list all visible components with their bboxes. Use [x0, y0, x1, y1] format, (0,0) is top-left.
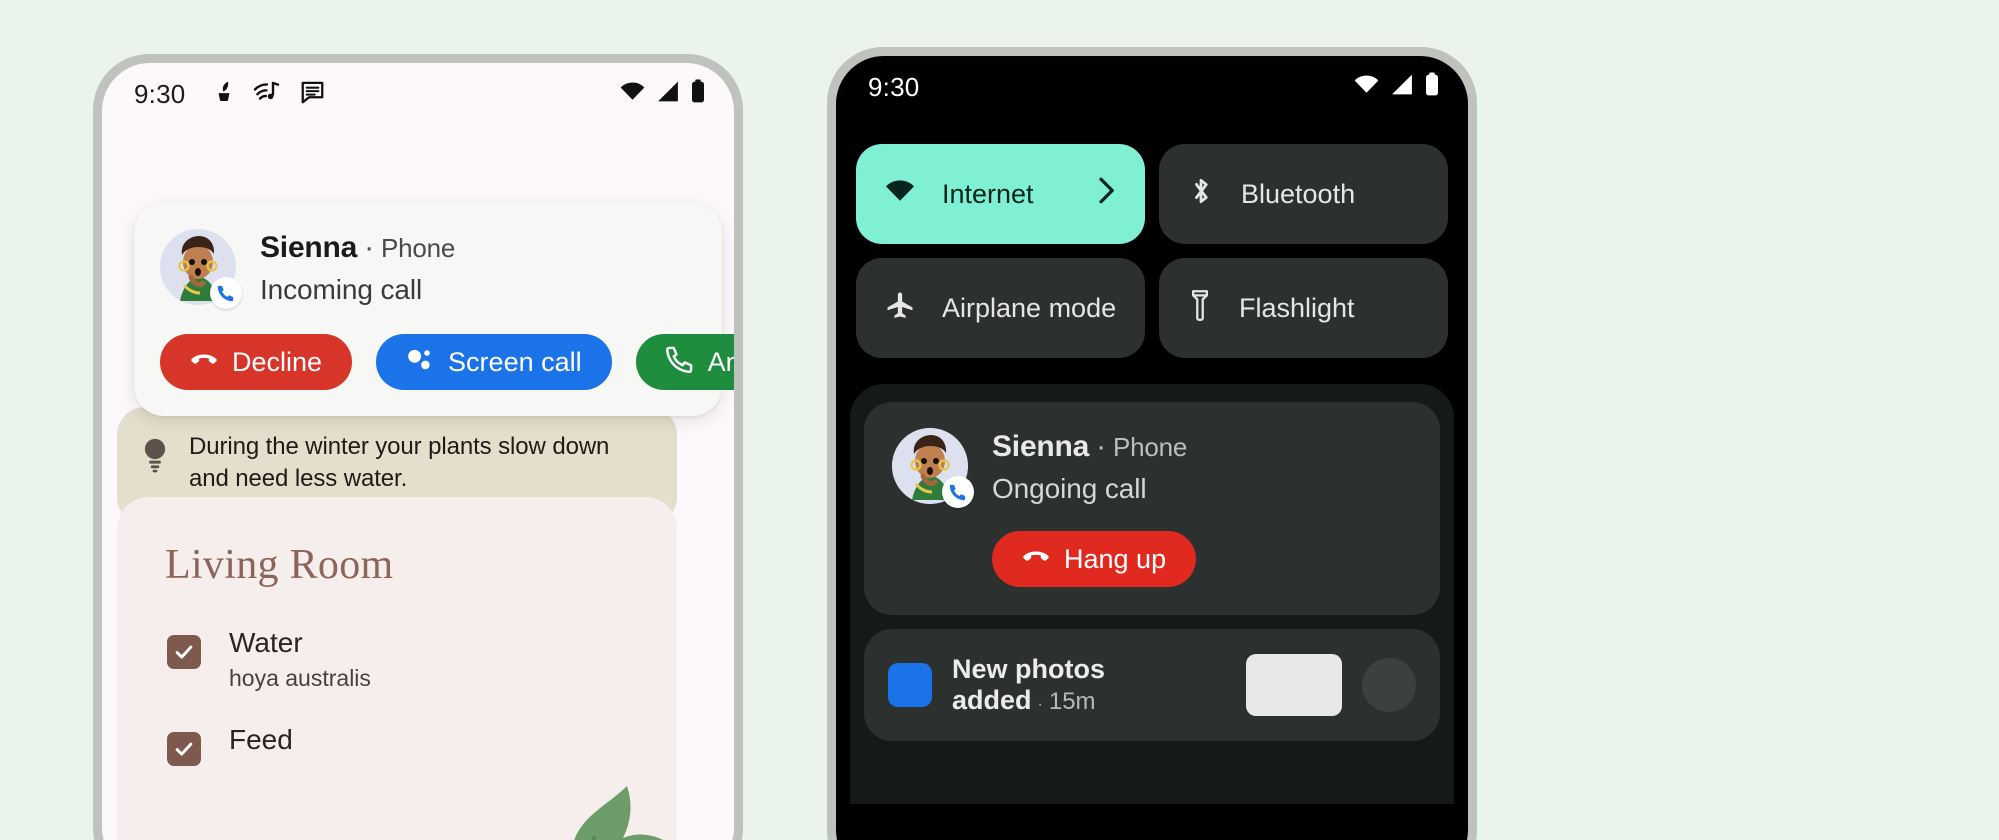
- call-status: Incoming call: [260, 274, 423, 305]
- message-icon: [299, 79, 326, 110]
- wifi-icon: [619, 81, 646, 108]
- avatar: [160, 229, 242, 309]
- status-bar-time: 9:30: [134, 78, 186, 109]
- flashlight-icon: [1187, 289, 1213, 328]
- answer-button-label: Answer: [707, 346, 734, 377]
- status-bar-time: 9:30: [868, 71, 920, 102]
- room-title: Living Room: [165, 542, 394, 588]
- left-phone-frame: 9:30 During the winter your plants slow …: [93, 54, 743, 840]
- photos-notification-text: New photos added · 15m: [952, 654, 1226, 716]
- phone-icon: [210, 277, 242, 309]
- call-meta: Sienna · Phone Ongoing call: [992, 428, 1187, 505]
- cellular-signal-icon: [1389, 74, 1415, 101]
- call-action-buttons: Hang up: [892, 531, 1412, 587]
- hang-up-button-label: Hang up: [1064, 543, 1167, 574]
- plant-icon: [211, 79, 237, 110]
- decline-button-label: Decline: [232, 346, 323, 377]
- battery-icon: [690, 79, 706, 109]
- avatar: [892, 428, 974, 508]
- quick-tile-bluetooth[interactable]: Bluetooth: [1159, 144, 1448, 244]
- screenshot-stage: 9:30 During the winter your plants slow …: [0, 0, 1999, 840]
- answer-button[interactable]: Answer: [635, 334, 734, 390]
- quick-settings-grid: Internet Bluetooth Airplane mode Flashli…: [836, 118, 1468, 358]
- separator: ·: [1037, 696, 1043, 713]
- screen-call-button-label: Screen call: [448, 346, 582, 377]
- call-end-icon: [1022, 544, 1050, 575]
- screen-call-button[interactable]: Screen call: [376, 334, 612, 390]
- separator: ·: [364, 231, 374, 264]
- quick-tile-flashlight[interactable]: Flashlight: [1159, 258, 1448, 358]
- wifi-music-icon: [253, 79, 283, 110]
- right-status-bar: 9:30: [836, 56, 1468, 118]
- assistant-dots-icon: [406, 346, 434, 379]
- phone-icon: [942, 476, 974, 508]
- photos-notification[interactable]: New photos added · 15m: [864, 629, 1440, 741]
- separator: ·: [1096, 430, 1106, 463]
- decline-button[interactable]: Decline: [160, 334, 353, 390]
- chevron-right-icon[interactable]: [1093, 176, 1119, 213]
- quick-tile-label: Internet: [942, 178, 1034, 209]
- wifi-icon: [1353, 74, 1380, 101]
- cellular-signal-icon: [655, 81, 681, 108]
- tip-text: During the winter your plants slow down …: [189, 433, 610, 492]
- notification-title: Sienna · Phone: [260, 231, 455, 265]
- call-meta: Sienna · Phone Incoming call: [260, 229, 455, 306]
- quick-tile-label: Bluetooth: [1241, 178, 1356, 209]
- app-name: Phone: [380, 233, 456, 263]
- left-phone-screen: 9:30 During the winter your plants slow …: [102, 63, 734, 840]
- ongoing-call-notification[interactable]: Sienna · Phone Ongoing call Hang up: [864, 402, 1440, 615]
- task-label: Feed: [229, 724, 293, 755]
- notification-shade: Sienna · Phone Ongoing call Hang up New …: [850, 384, 1454, 804]
- wifi-icon: [884, 178, 916, 211]
- hang-up-button[interactable]: Hang up: [992, 531, 1197, 587]
- task-label: Water: [229, 627, 303, 658]
- call-header: Sienna · Phone Ongoing call: [892, 428, 1412, 508]
- checkbox-water[interactable]: [167, 635, 201, 669]
- left-status-bar: 9:30: [102, 63, 734, 125]
- status-bar-right-icons: [1353, 72, 1440, 102]
- quick-tile-internet[interactable]: Internet: [856, 144, 1145, 244]
- right-phone-frame: 9:30 Internet Bluetooth Airplane mode Fl…: [827, 47, 1477, 840]
- notification-expand-button[interactable]: [1362, 658, 1416, 712]
- airplane-icon: [884, 290, 916, 327]
- call-action-buttons: Decline Screen call An: [160, 334, 734, 390]
- plant-illustration: [467, 722, 677, 840]
- lightbulb-icon: [139, 431, 171, 497]
- contact-name: Sienna: [260, 231, 358, 264]
- battery-icon: [1424, 72, 1440, 102]
- quick-tile-label: Flashlight: [1239, 292, 1355, 323]
- bluetooth-icon: [1187, 175, 1215, 214]
- plant-app-content: During the winter your plants slow down …: [102, 125, 734, 840]
- app-name: Phone: [1112, 432, 1188, 462]
- quick-tile-airplane-mode[interactable]: Airplane mode: [856, 258, 1145, 358]
- right-phone-screen: 9:30 Internet Bluetooth Airplane mode Fl…: [836, 56, 1468, 840]
- call-status: Ongoing call: [992, 473, 1147, 504]
- quick-tile-label: Airplane mode: [942, 292, 1117, 323]
- status-bar-left-icons: [211, 79, 326, 110]
- photos-app-icon: [888, 663, 932, 707]
- photo-thumbnail: [1246, 654, 1342, 716]
- call-end-icon: [190, 347, 218, 378]
- task-subtitle: hoya australis: [229, 665, 371, 691]
- checkbox-feed[interactable]: [167, 732, 201, 766]
- status-bar-right-icons: [619, 79, 706, 109]
- photos-notification-time: 15m: [1048, 688, 1096, 715]
- list-item[interactable]: Water hoya australis: [117, 589, 677, 692]
- room-card: Living Room Water hoya australis Feed: [117, 497, 677, 840]
- notification-title: Sienna · Phone: [992, 430, 1187, 464]
- incoming-call-notification[interactable]: Sienna · Phone Incoming call Decline Scr…: [134, 203, 734, 416]
- contact-name: Sienna: [992, 430, 1090, 463]
- call-icon: [665, 345, 694, 380]
- call-header: Sienna · Phone Incoming call: [160, 229, 698, 309]
